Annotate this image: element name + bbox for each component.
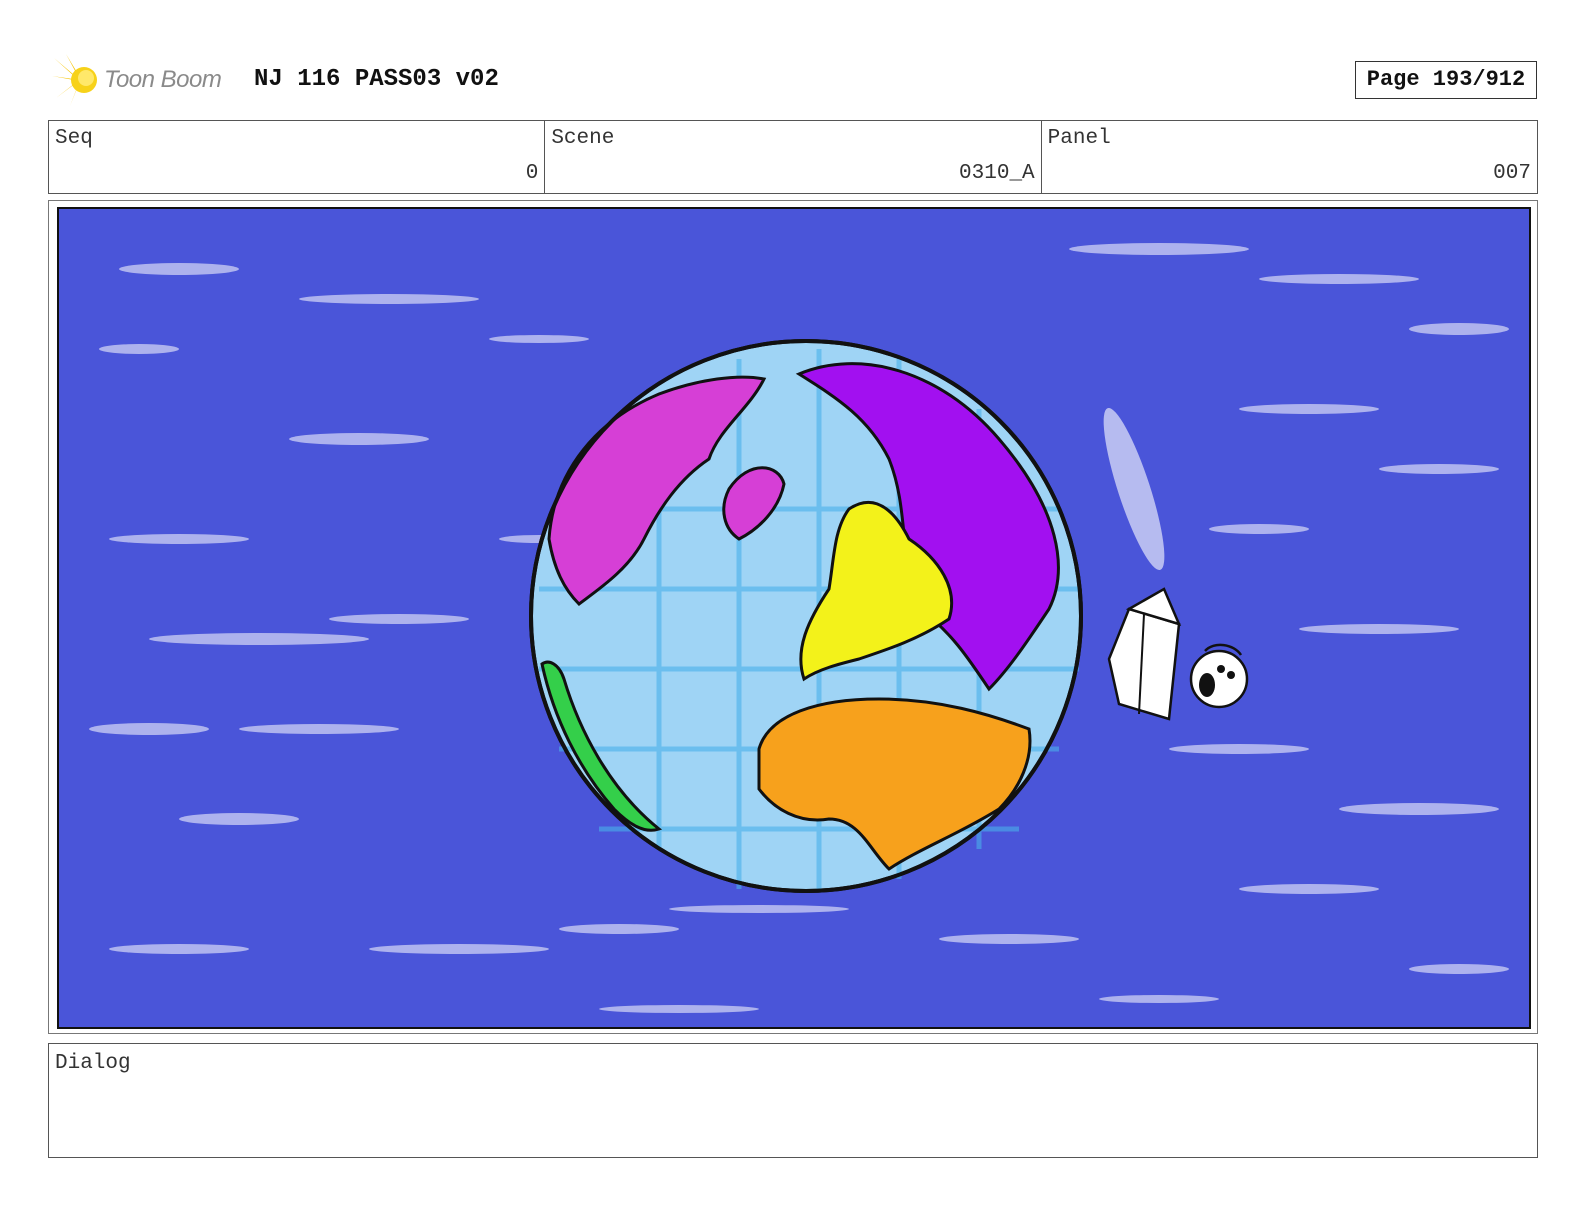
storyboard-panel bbox=[48, 200, 1538, 1034]
scene-value: 0310_A bbox=[959, 162, 1035, 185]
panel-artwork bbox=[57, 207, 1531, 1029]
page-number: Page 193/912 bbox=[1355, 61, 1537, 99]
document-title: NJ 116 PASS03 v02 bbox=[254, 66, 499, 93]
toon-boom-logo: Toon Boom bbox=[50, 52, 240, 108]
globe bbox=[529, 339, 1083, 893]
seq-value: 0 bbox=[525, 162, 539, 185]
info-row: Seq 0 Scene 0310_A Panel 007 bbox=[48, 120, 1538, 194]
panel-cell: Panel 007 bbox=[1042, 121, 1537, 193]
scene-cell: Scene 0310_A bbox=[545, 121, 1042, 193]
logo-text: Toon Boom bbox=[104, 66, 222, 93]
scene-label: Scene bbox=[551, 127, 615, 150]
space-scene-illustration bbox=[59, 209, 1529, 1027]
sunburst-icon bbox=[52, 54, 97, 106]
seq-label: Seq bbox=[55, 127, 93, 150]
dialog-box: Dialog bbox=[48, 1043, 1538, 1158]
panel-label: Panel bbox=[1047, 127, 1111, 150]
seq-cell: Seq 0 bbox=[49, 121, 546, 193]
dialog-label: Dialog bbox=[55, 1052, 131, 1075]
panel-value: 007 bbox=[1493, 162, 1531, 185]
